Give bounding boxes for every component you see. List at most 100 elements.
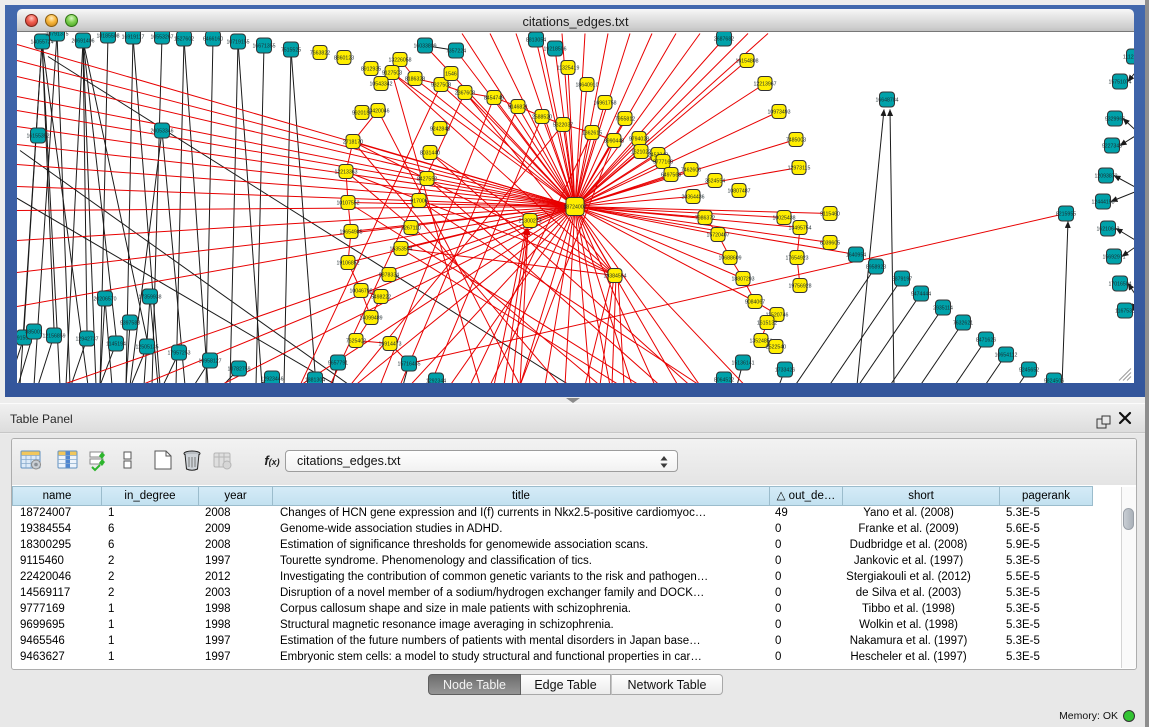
svg-text:7663822: 7663822 [310,50,330,56]
svg-text:1615132: 1615132 [757,320,777,326]
svg-text:6879197: 6879197 [892,276,912,282]
svg-text:12213967: 12213967 [753,81,776,87]
svg-text:10807487: 10807487 [727,188,750,194]
svg-text:9777169: 9777169 [653,159,673,165]
svg-text:12923446: 12923446 [260,376,283,382]
svg-text:8471626: 8471626 [976,337,996,343]
svg-text:1733426: 1733426 [775,367,795,373]
svg-text:16154808: 16154808 [735,58,758,64]
svg-text:7515525: 7515525 [281,47,301,53]
svg-text:20364436: 20364436 [681,194,704,200]
svg-text:1145194: 1145194 [106,341,126,347]
svg-text:2935114: 2935114 [933,305,953,311]
svg-text:9084067: 9084067 [745,299,765,305]
svg-text:9397588: 9397588 [120,320,140,326]
svg-text:12942737: 12942737 [75,336,98,342]
svg-text:8186328: 8186328 [405,76,425,82]
svg-text:14099489: 14099489 [359,315,382,321]
svg-text:16033809: 16033809 [413,43,436,49]
svg-text:1640954: 1640954 [846,252,866,258]
svg-text:8958923: 8958923 [866,264,886,270]
svg-text:9146821: 9146821 [508,104,528,110]
svg-text:8990448: 8990448 [604,138,624,144]
svg-text:9327508: 9327508 [431,82,451,88]
svg-text:10107552: 10107552 [336,200,359,206]
svg-text:13495754: 13495754 [788,225,811,231]
svg-text:18640910: 18640910 [575,82,598,88]
svg-text:885001: 885001 [25,329,42,335]
svg-text:20053346: 20053346 [150,128,173,134]
svg-text:1546: 1546 [445,71,457,77]
svg-text:16919117: 16919117 [122,34,145,40]
svg-text:12444158: 12444158 [1091,199,1114,205]
svg-text:10543342: 10543342 [369,81,392,87]
svg-text:7955812: 7955812 [615,116,635,122]
svg-text:5498222: 5498222 [371,294,391,300]
svg-text:12156859: 12156859 [42,333,65,339]
svg-text:7986372: 7986372 [695,215,715,221]
svg-text:19384554: 19384554 [603,273,626,279]
svg-text:7357224: 7357224 [446,48,466,54]
svg-text:1527602: 1527602 [174,36,194,42]
svg-text:19106852: 19106852 [336,260,359,266]
svg-text:16155352: 16155352 [26,133,49,139]
svg-text:19218506: 19218506 [543,46,566,52]
svg-text:9474444: 9474444 [911,291,931,297]
svg-text:11325419: 11325419 [557,65,580,71]
svg-text:21300273: 21300273 [518,218,541,224]
svg-text:10719155: 10719155 [226,39,249,45]
svg-text:8064522: 8064522 [714,377,734,383]
svg-text:16671355: 16671355 [252,43,275,49]
svg-text:1881304: 1881304 [305,377,325,383]
svg-text:17957253: 17957253 [167,350,190,356]
svg-text:10958127: 10958127 [198,358,221,364]
svg-text:20791375: 20791375 [45,32,68,38]
svg-text:1362615: 1362615 [582,130,602,136]
svg-text:16648784: 16648784 [875,97,898,103]
svg-text:12505135: 12505135 [135,344,158,350]
svg-text:8860123: 8860123 [334,55,354,61]
svg-text:17016504: 17016504 [1108,281,1131,287]
svg-text:8215955: 8215955 [1056,211,1076,217]
svg-text:18724007: 18724007 [563,204,586,210]
svg-text:18807293: 18807293 [731,276,754,282]
svg-text:11122233: 11122233 [1123,54,1134,60]
svg-text:8031440: 8031440 [420,150,440,156]
svg-text:2522540: 2522540 [766,344,786,350]
svg-text:3267110: 3267110 [401,225,421,231]
svg-text:20691406: 20691406 [71,38,94,44]
svg-text:16961758: 16961758 [593,100,616,106]
svg-text:7485003: 7485003 [786,137,806,143]
svg-text:15751074: 15751074 [1108,79,1131,85]
svg-text:15692971: 15692971 [1102,254,1125,260]
svg-text:7625402: 7625402 [346,338,366,344]
svg-text:17654923: 17654923 [785,255,808,261]
svg-text:1167533: 1167533 [1115,308,1134,314]
svg-text:16914473: 16914473 [378,341,401,347]
svg-text:9127503: 9127503 [382,70,402,76]
svg-text:20206570: 20206570 [93,296,116,302]
svg-text:13226058: 13226058 [388,57,411,63]
svg-text:10782759: 10782759 [227,366,250,372]
svg-text:9329966: 9329966 [1105,116,1125,122]
svg-text:2367608: 2367608 [455,90,475,96]
svg-text:2588520: 2588520 [532,114,552,120]
svg-text:6039605: 6039605 [820,240,840,246]
svg-text:15716485: 15716485 [397,361,420,367]
svg-text:10025438: 10025438 [772,215,795,221]
svg-text:10654112: 10654112 [995,352,1018,358]
svg-text:23420046: 23420046 [366,108,389,114]
svg-text:3624554: 3624554 [705,178,725,184]
svg-text:17359938: 17359938 [138,294,161,300]
svg-text:8427552: 8427552 [417,176,437,182]
svg-text:917006: 917006 [410,198,427,204]
svg-text:9227343: 9227343 [1102,143,1122,149]
svg-text:12213363: 12213363 [334,169,357,175]
svg-text:10553267: 10553267 [150,34,173,40]
svg-text:19654985: 19654985 [339,229,362,235]
svg-text:10973493: 10973493 [767,109,790,115]
svg-text:16210643: 16210643 [1096,226,1119,232]
svg-text:15353594: 15353594 [389,246,412,252]
svg-text:7462606: 7462606 [681,167,701,173]
svg-text:10046798: 10046798 [349,288,372,294]
